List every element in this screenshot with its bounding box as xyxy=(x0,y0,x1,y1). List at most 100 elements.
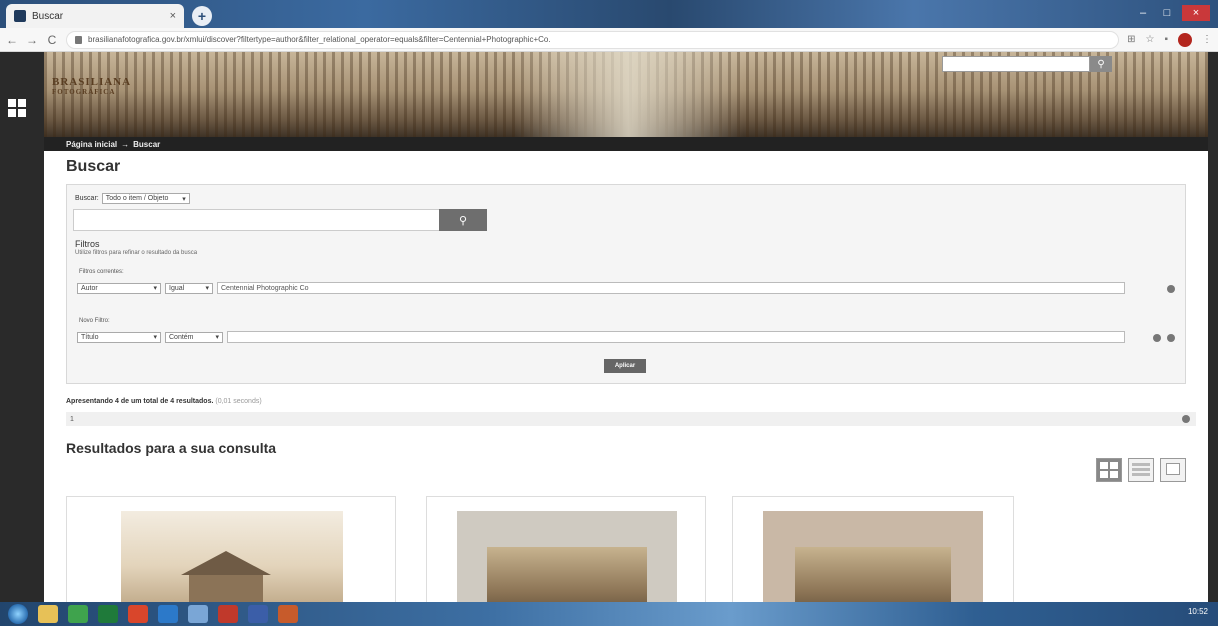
filters-title: Filtros xyxy=(75,239,100,249)
maximize-icon[interactable]: □ xyxy=(1158,5,1176,21)
address-bar: ← → C brasilianafotografica.gov.br/xmlui… xyxy=(0,28,1218,52)
current-filter-value-input[interactable]: Centennial Photographic Co xyxy=(217,282,1125,294)
new-filter-field: Título xyxy=(81,333,99,341)
new-tab-button[interactable]: + xyxy=(192,6,212,26)
chevron-down-icon: ▾ xyxy=(153,285,157,292)
header-banner-photo: BRASILIANA FOTOGRÁFICA ⚲ xyxy=(44,52,1208,137)
current-filter-row: Autor ▾ Igual ▾ Centennial Photographic … xyxy=(77,282,1125,294)
view-mode-toggles xyxy=(1096,458,1186,482)
list-view-icon[interactable] xyxy=(1128,458,1154,482)
scope-label: Buscar: xyxy=(75,195,99,202)
printer-icon[interactable] xyxy=(188,605,208,623)
search-icon: ⚲ xyxy=(1097,58,1105,70)
word-icon[interactable] xyxy=(158,605,178,623)
grid-view-icon[interactable] xyxy=(1096,458,1122,482)
app-icon[interactable] xyxy=(278,605,298,623)
logo-text: BRASILIANA xyxy=(52,76,132,88)
apply-filters-button[interactable]: Aplicar xyxy=(604,359,646,373)
result-card[interactable] xyxy=(66,496,396,602)
current-filter-value: Centennial Photographic Co xyxy=(221,284,309,292)
os-taskbar: 10:52 xyxy=(0,602,1218,626)
breadcrumb-separator: → xyxy=(121,139,130,149)
current-filter-field: Autor xyxy=(81,284,98,292)
new-filter-row: Título ▾ Contém ▾ xyxy=(77,331,1125,343)
logo-subtext: FOTOGRÁFICA xyxy=(52,88,116,96)
page-viewport: BRASILIANA FOTOGRÁFICA ⚲ Página inicial … xyxy=(0,52,1218,602)
filters-description: Utilize filtros para refinar o resultado… xyxy=(75,250,198,256)
extension-icons: ⊞ ☆ ▪ ⋮ xyxy=(1127,32,1212,47)
chrome-icon[interactable] xyxy=(68,605,88,623)
browser-tab[interactable]: Buscar × xyxy=(6,4,184,28)
left-sidebar xyxy=(0,52,44,602)
scope-select[interactable]: Todo o item / Objeto ▾ xyxy=(101,193,190,204)
results-summary: Apresentando 4 de um total de 4 resultad… xyxy=(66,398,262,405)
translate-icon[interactable]: ⊞ xyxy=(1127,34,1135,45)
close-tab-icon[interactable]: × xyxy=(170,10,176,22)
chevron-down-icon: ▾ xyxy=(205,285,209,292)
scope-value: Todo o item / Objeto xyxy=(105,195,169,202)
add-filter-icon[interactable] xyxy=(1153,334,1161,342)
excel-icon[interactable] xyxy=(98,605,118,623)
result-thumbnail[interactable] xyxy=(763,511,983,602)
page-title: Buscar xyxy=(66,158,121,175)
system-clock: 10:52 xyxy=(1187,607,1208,616)
building-roof xyxy=(181,551,271,575)
gear-icon[interactable] xyxy=(1182,415,1190,423)
result-card[interactable] xyxy=(732,496,1014,602)
breadcrumb: Página inicial → Buscar xyxy=(44,137,1208,151)
new-filter-label: Novo Filtro: xyxy=(79,318,110,324)
browser-titlebar: Buscar × + – □ × xyxy=(0,0,1218,28)
pagination-bar: 1 xyxy=(66,412,1196,426)
search-panel: Buscar: Todo o item / Objeto ▾ ⚲ Filtros… xyxy=(66,184,1186,384)
breadcrumb-home-link[interactable]: Página inicial xyxy=(66,140,117,149)
photo-print xyxy=(487,547,647,602)
start-button-icon[interactable] xyxy=(8,604,28,624)
bookmark-star-icon[interactable]: ☆ xyxy=(1145,34,1154,45)
site-favicon-icon xyxy=(14,10,26,22)
tab-title: Buscar xyxy=(32,10,64,22)
single-view-icon[interactable] xyxy=(1160,458,1186,482)
search-query-input[interactable] xyxy=(73,209,441,231)
media-player-icon[interactable] xyxy=(128,605,148,623)
close-window-icon[interactable]: × xyxy=(1182,5,1210,21)
current-filters-label: Filtros correntes: xyxy=(79,269,124,275)
building-facade xyxy=(189,575,263,602)
back-arrow-icon[interactable]: ← xyxy=(6,33,18,47)
remove-filter-icon[interactable] xyxy=(1167,334,1175,342)
apps-grid-icon[interactable] xyxy=(8,99,26,117)
results-heading: Resultados para a sua consulta xyxy=(66,440,277,456)
current-filter-field-select[interactable]: Autor ▾ xyxy=(77,282,161,294)
header-search-button[interactable]: ⚲ xyxy=(1090,56,1112,72)
chevron-down-icon: ▾ xyxy=(153,334,157,341)
reload-icon[interactable]: C xyxy=(46,33,58,47)
chevron-down-icon: ▾ xyxy=(182,195,186,203)
new-filter-field-select[interactable]: Título ▾ xyxy=(77,331,161,343)
page-number[interactable]: 1 xyxy=(70,416,74,423)
url-text: brasilianafotografica.gov.br/xmlui/disco… xyxy=(88,35,551,44)
current-filter-operator-select[interactable]: Igual ▾ xyxy=(165,282,213,294)
remove-filter-icon[interactable] xyxy=(1167,285,1175,293)
app-icon[interactable] xyxy=(218,605,238,623)
search-submit-button[interactable]: ⚲ xyxy=(439,209,487,231)
search-icon: ⚲ xyxy=(458,214,468,227)
new-filter-operator-select[interactable]: Contém ▾ xyxy=(165,331,223,343)
result-thumbnail[interactable] xyxy=(457,511,677,602)
window-controls: – □ × xyxy=(1134,5,1210,21)
forward-arrow-icon[interactable]: → xyxy=(26,33,38,47)
result-thumbnail[interactable] xyxy=(121,511,343,602)
header-search-input[interactable] xyxy=(942,56,1090,72)
lock-icon xyxy=(75,35,82,44)
minimize-icon[interactable]: – xyxy=(1134,5,1152,21)
photo-print xyxy=(795,547,951,602)
result-card[interactable] xyxy=(426,496,706,602)
profile-avatar-icon[interactable] xyxy=(1178,32,1192,47)
menu-kebab-icon[interactable]: ⋮ xyxy=(1202,34,1212,45)
site-logo[interactable]: BRASILIANA FOTOGRÁFICA xyxy=(52,76,131,96)
main-content: Buscar Buscar: Todo o item / Objeto ▾ ⚲ … xyxy=(66,158,1196,602)
new-filter-value-input[interactable] xyxy=(227,331,1125,343)
extension-icon[interactable]: ▪ xyxy=(1164,34,1168,45)
url-input[interactable]: brasilianafotografica.gov.br/xmlui/disco… xyxy=(66,30,1120,49)
file-explorer-icon[interactable] xyxy=(38,605,58,623)
app-icon[interactable] xyxy=(248,605,268,623)
breadcrumb-current: Buscar xyxy=(133,139,161,149)
